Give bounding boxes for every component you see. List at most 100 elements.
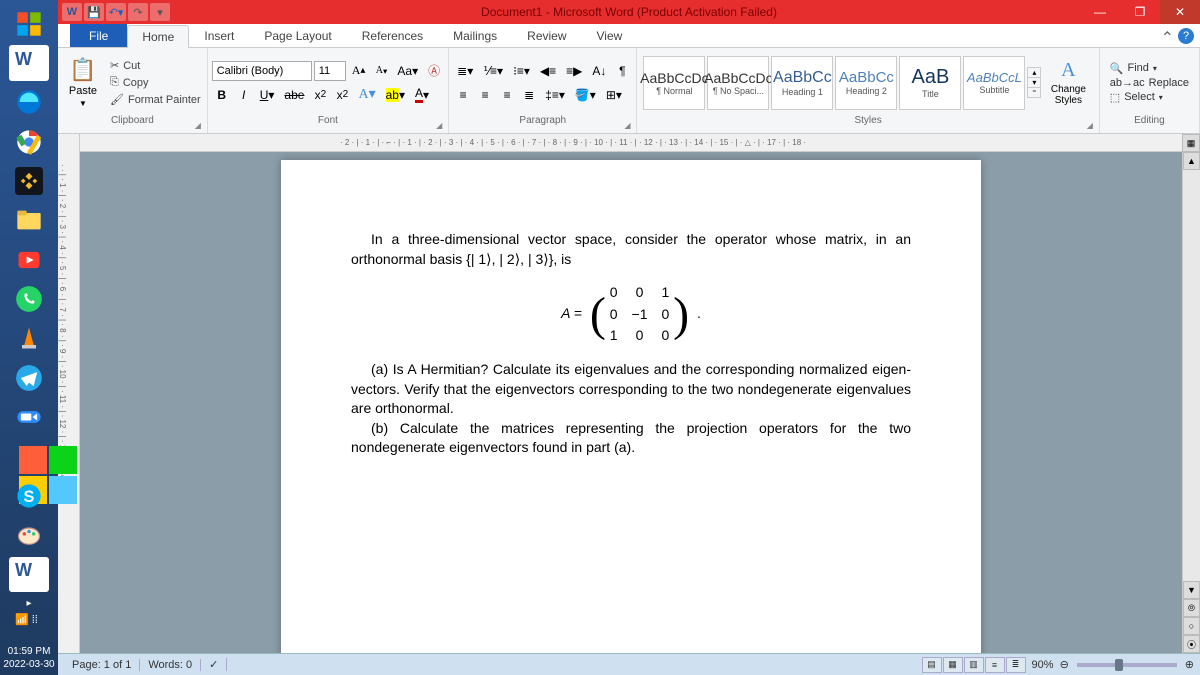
- shrink-font-button[interactable]: A▾: [371, 61, 391, 81]
- web-view-icon[interactable]: ▥: [964, 657, 984, 673]
- sort-button[interactable]: A↓: [588, 61, 610, 81]
- ribbon-minimize-icon[interactable]: ⌃: [1161, 28, 1174, 48]
- page[interactable]: In a three-dimensional vector space, con…: [281, 160, 981, 653]
- taskbar-chrome-icon[interactable]: [9, 124, 49, 159]
- save-icon[interactable]: 💾: [84, 3, 104, 21]
- text-effects-button[interactable]: A▾: [354, 85, 379, 105]
- font-color-button[interactable]: A▾: [411, 85, 433, 105]
- taskbar-paint-icon[interactable]: [9, 517, 49, 552]
- increase-indent-button[interactable]: ≡▶: [562, 61, 586, 81]
- horizontal-ruler[interactable]: · 2 · | · 1 · | · ⌐ · | · 1 · | · 2 · | …: [80, 134, 1200, 152]
- tab-review[interactable]: Review: [512, 24, 581, 47]
- start-button[interactable]: [9, 6, 49, 41]
- maximize-button[interactable]: ❐: [1120, 0, 1160, 24]
- status-proofing-icon[interactable]: ✓: [201, 658, 227, 671]
- font-name-select[interactable]: [212, 61, 312, 81]
- taskbar-edge-icon[interactable]: [9, 85, 49, 120]
- tab-home[interactable]: Home: [127, 25, 189, 48]
- ruler-toggle-icon[interactable]: ▦: [1182, 134, 1200, 152]
- status-words[interactable]: Words: 0: [140, 659, 201, 671]
- align-right-button[interactable]: ≡: [497, 85, 517, 105]
- style-normal[interactable]: AaBbCcDc¶ Normal: [643, 56, 705, 110]
- bold-button[interactable]: B: [212, 85, 232, 105]
- style-heading1[interactable]: AaBbCcHeading 1: [771, 56, 833, 110]
- superscript-button[interactable]: x2: [332, 85, 352, 105]
- styles-more-button[interactable]: ▴▾⁼: [1027, 67, 1041, 98]
- zoom-thumb[interactable]: [1115, 659, 1123, 671]
- taskbar-binance-icon[interactable]: [9, 163, 49, 198]
- line-spacing-button[interactable]: ‡≡▾: [541, 85, 569, 105]
- taskbar-whatsapp-icon[interactable]: [9, 281, 49, 316]
- vertical-scrollbar[interactable]: ▲ ▼ ⦾ ○ ⦿: [1182, 152, 1200, 653]
- close-button[interactable]: ✕: [1160, 0, 1200, 24]
- change-case-button[interactable]: Aa▾: [393, 61, 422, 81]
- tab-mailings[interactable]: Mailings: [438, 24, 512, 47]
- strike-button[interactable]: abe: [280, 85, 308, 105]
- change-styles-button[interactable]: A Change Styles: [1043, 59, 1093, 106]
- subscript-button[interactable]: x2: [310, 85, 330, 105]
- outline-view-icon[interactable]: ≡: [985, 657, 1005, 673]
- browse-object-icon[interactable]: ○: [1183, 617, 1200, 635]
- taskbar-vlc-icon[interactable]: [9, 321, 49, 356]
- fullscreen-view-icon[interactable]: ▦: [943, 657, 963, 673]
- document-scroll[interactable]: In a three-dimensional vector space, con…: [80, 152, 1182, 653]
- zoom-level[interactable]: 90%: [1026, 659, 1060, 671]
- underline-button[interactable]: U▾: [256, 85, 279, 105]
- borders-button[interactable]: ⊞▾: [602, 85, 626, 105]
- style-no-spacing[interactable]: AaBbCcDc¶ No Spaci...: [707, 56, 769, 110]
- taskbar-tray-icon[interactable]: 📶 ⁞⁞: [9, 615, 49, 639]
- paragraph-launcher-icon[interactable]: ◢: [624, 121, 634, 131]
- qat-customize-icon[interactable]: ▾: [150, 3, 170, 21]
- style-title[interactable]: AaBTitle: [899, 56, 961, 110]
- scroll-down-icon[interactable]: ▼: [1183, 581, 1200, 599]
- shading-button[interactable]: 🪣▾: [571, 85, 600, 105]
- styles-launcher-icon[interactable]: ◢: [1087, 121, 1097, 131]
- align-center-button[interactable]: ≡: [475, 85, 495, 105]
- taskbar-word2-icon[interactable]: W: [9, 557, 49, 592]
- font-size-select[interactable]: [314, 61, 346, 81]
- scroll-up-icon[interactable]: ▲: [1183, 152, 1200, 170]
- clipboard-launcher-icon[interactable]: ◢: [195, 121, 205, 131]
- tab-page-layout[interactable]: Page Layout: [249, 24, 346, 47]
- print-layout-view-icon[interactable]: ▤: [922, 657, 942, 673]
- taskbar-clock[interactable]: 01:59 PM 2022-03-30: [3, 641, 54, 675]
- style-subtitle[interactable]: AaBbCcLSubtitle: [963, 56, 1025, 110]
- highlight-button[interactable]: ab▾: [382, 85, 409, 105]
- minimize-button[interactable]: —: [1080, 0, 1120, 24]
- next-page-icon[interactable]: ⦿: [1183, 635, 1200, 653]
- copy-button[interactable]: ⎘Copy: [108, 75, 203, 90]
- format-painter-button[interactable]: 🖌Format Painter: [108, 92, 203, 107]
- style-heading2[interactable]: AaBbCcHeading 2: [835, 56, 897, 110]
- font-launcher-icon[interactable]: ◢: [436, 121, 446, 131]
- cut-button[interactable]: ✂Cut: [108, 58, 203, 73]
- tab-file[interactable]: File: [70, 24, 127, 47]
- tab-references[interactable]: References: [347, 24, 438, 47]
- numbering-button[interactable]: ⅟≡▾: [479, 61, 507, 81]
- align-left-button[interactable]: ≡: [453, 85, 473, 105]
- multilevel-button[interactable]: ⁝≡▾: [509, 61, 534, 81]
- decrease-indent-button[interactable]: ◀≡: [536, 61, 560, 81]
- taskbar-app-icon[interactable]: [9, 439, 49, 474]
- replace-button[interactable]: ab→acReplace: [1110, 77, 1189, 89]
- taskbar-explorer-icon[interactable]: [9, 203, 49, 238]
- zoom-in-icon[interactable]: ⊕: [1185, 658, 1194, 671]
- italic-button[interactable]: I: [234, 85, 254, 105]
- paste-button[interactable]: 📋 Paste ▼: [62, 52, 104, 114]
- prev-page-icon[interactable]: ⦾: [1183, 599, 1200, 617]
- status-page[interactable]: Page: 1 of 1: [64, 659, 140, 671]
- taskbar-video-icon[interactable]: [9, 242, 49, 277]
- tab-insert[interactable]: Insert: [189, 24, 249, 47]
- bullets-button[interactable]: ≣▾: [453, 61, 477, 81]
- show-marks-button[interactable]: ¶: [612, 61, 632, 81]
- word-icon[interactable]: W: [62, 3, 82, 21]
- grow-font-button[interactable]: A▴: [348, 61, 370, 81]
- find-button[interactable]: 🔍Find▾: [1110, 62, 1189, 75]
- taskbar-skype-icon[interactable]: S: [9, 478, 49, 513]
- tab-view[interactable]: View: [582, 24, 638, 47]
- zoom-out-icon[interactable]: ⊖: [1060, 658, 1069, 671]
- draft-view-icon[interactable]: ≣: [1006, 657, 1026, 673]
- taskbar-telegram-icon[interactable]: [9, 360, 49, 395]
- select-button[interactable]: ⬚Select▾: [1110, 91, 1189, 104]
- zoom-slider[interactable]: [1077, 663, 1177, 667]
- taskbar-expand-icon[interactable]: ▸: [22, 594, 35, 613]
